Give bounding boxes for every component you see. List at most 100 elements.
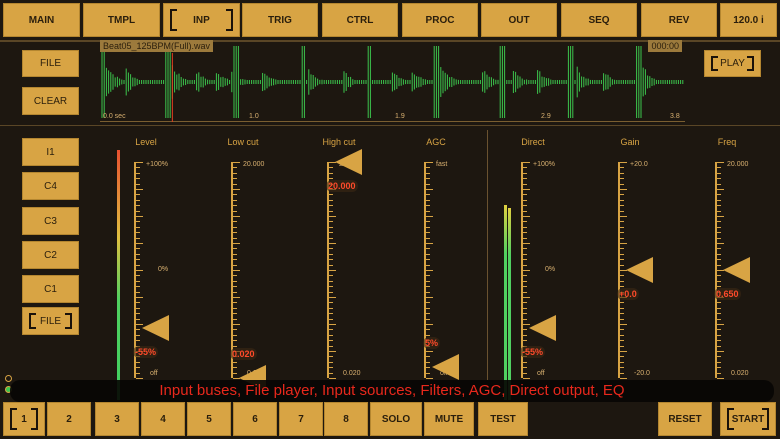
tick (426, 189, 433, 190)
agc-label: AGC (426, 137, 446, 147)
bus-1-button[interactable]: 1 (3, 402, 45, 436)
tick (329, 243, 336, 244)
tick (717, 340, 721, 342)
tick (523, 253, 527, 255)
tick (717, 189, 724, 190)
tick (329, 318, 333, 320)
tab-out[interactable]: OUT (481, 3, 557, 37)
bus-6-button[interactable]: 6 (233, 402, 277, 436)
reset-button[interactable]: RESET (658, 402, 712, 436)
clear-button[interactable]: CLEAR (22, 87, 79, 115)
gain-value: +0.0 (617, 288, 639, 300)
tick (329, 221, 333, 223)
agc-slider-handle[interactable] (432, 354, 459, 381)
tick (233, 329, 237, 331)
tick (329, 324, 336, 325)
bus-3-button[interactable]: 3 (95, 402, 139, 436)
tick (523, 205, 527, 207)
tick (233, 324, 240, 325)
agc-max-label: fast (436, 161, 448, 168)
tab-seq[interactable]: SEQ (561, 3, 637, 37)
tick (329, 367, 333, 369)
tick (136, 329, 140, 331)
tick (426, 329, 430, 331)
source-c4[interactable]: C4 (22, 172, 79, 200)
solo-button[interactable]: SOLO (370, 402, 422, 436)
bus-7-button[interactable]: 7 (279, 402, 323, 436)
play-button[interactable]: PLAY (704, 50, 761, 77)
bus-4-button[interactable]: 4 (141, 402, 185, 436)
tab-proc[interactable]: PROC (402, 3, 478, 37)
tick (136, 318, 140, 320)
file-button[interactable]: FILE (22, 50, 79, 77)
tab-120-0-i[interactable]: 120.0 i (720, 3, 777, 37)
tick (717, 345, 721, 347)
tick (620, 162, 627, 163)
tick (620, 361, 624, 363)
tick (717, 199, 721, 201)
tick (233, 297, 240, 298)
low-cut-scale[interactable] (231, 162, 240, 379)
divider (487, 130, 488, 380)
waveform-display[interactable]: Beat05_125BPM(Full).wav 000:00 0.0 sec 1.… (100, 40, 685, 122)
time-mark: 0.0 sec (103, 113, 126, 120)
tick (523, 216, 530, 217)
tick (426, 237, 430, 239)
page-indicator-dot[interactable] (5, 375, 12, 382)
tab-tmpl[interactable]: TMPL (83, 3, 160, 37)
tab-rev[interactable]: REV (641, 3, 717, 37)
source-i1[interactable]: I1 (22, 138, 79, 166)
freq-label: Freq (717, 137, 737, 147)
mute-button[interactable]: MUTE (424, 402, 474, 436)
freq-slider-handle[interactable] (723, 257, 750, 283)
tick (329, 199, 333, 201)
test-button[interactable]: TEST (478, 402, 528, 436)
freq-max-label: 20.000 (727, 161, 749, 168)
tick (136, 183, 140, 185)
bus-8-button[interactable]: 8 (324, 402, 368, 436)
tick (233, 216, 240, 217)
tick (620, 243, 627, 244)
tick (717, 216, 724, 217)
tick (136, 205, 140, 207)
tick (620, 172, 624, 174)
tab-inp[interactable]: INP (163, 3, 240, 37)
source-c3[interactable]: C3 (22, 207, 79, 235)
level-slider-handle[interactable] (142, 315, 169, 342)
time-mark: 1.0 (249, 113, 259, 120)
bus-5-button[interactable]: 5 (187, 402, 231, 436)
start-button[interactable]: START (720, 402, 776, 436)
tab-trig[interactable]: TRIG (242, 3, 318, 37)
gain-slider-handle[interactable] (626, 257, 653, 283)
tick (426, 259, 430, 261)
tick (233, 302, 237, 304)
tick (717, 172, 721, 174)
tick (136, 216, 143, 217)
tick (523, 167, 527, 169)
tick (620, 275, 624, 277)
source-file[interactable]: FILE (22, 307, 79, 335)
level-meter (117, 150, 120, 400)
tick (620, 372, 624, 374)
source-c1[interactable]: C1 (22, 275, 79, 303)
direct-slider-handle[interactable] (529, 315, 556, 342)
tab-ctrl[interactable]: CTRL (322, 3, 398, 37)
source-c2[interactable]: C2 (22, 241, 79, 269)
tick (523, 361, 527, 363)
bus-2-button[interactable]: 2 (47, 402, 91, 436)
tick (523, 248, 527, 250)
tick (329, 297, 336, 298)
tick (523, 226, 527, 228)
tick (136, 199, 140, 201)
tick (329, 253, 333, 255)
tick (136, 297, 143, 298)
tick (233, 232, 237, 234)
freq-scale[interactable] (715, 162, 724, 379)
gain-scale[interactable] (618, 162, 627, 379)
tick (426, 264, 430, 266)
tick (136, 194, 140, 196)
high-cut-slider-handle[interactable] (335, 149, 362, 175)
tick (329, 167, 333, 169)
tab-main[interactable]: MAIN (3, 3, 80, 37)
high-cut-scale[interactable] (327, 162, 336, 379)
